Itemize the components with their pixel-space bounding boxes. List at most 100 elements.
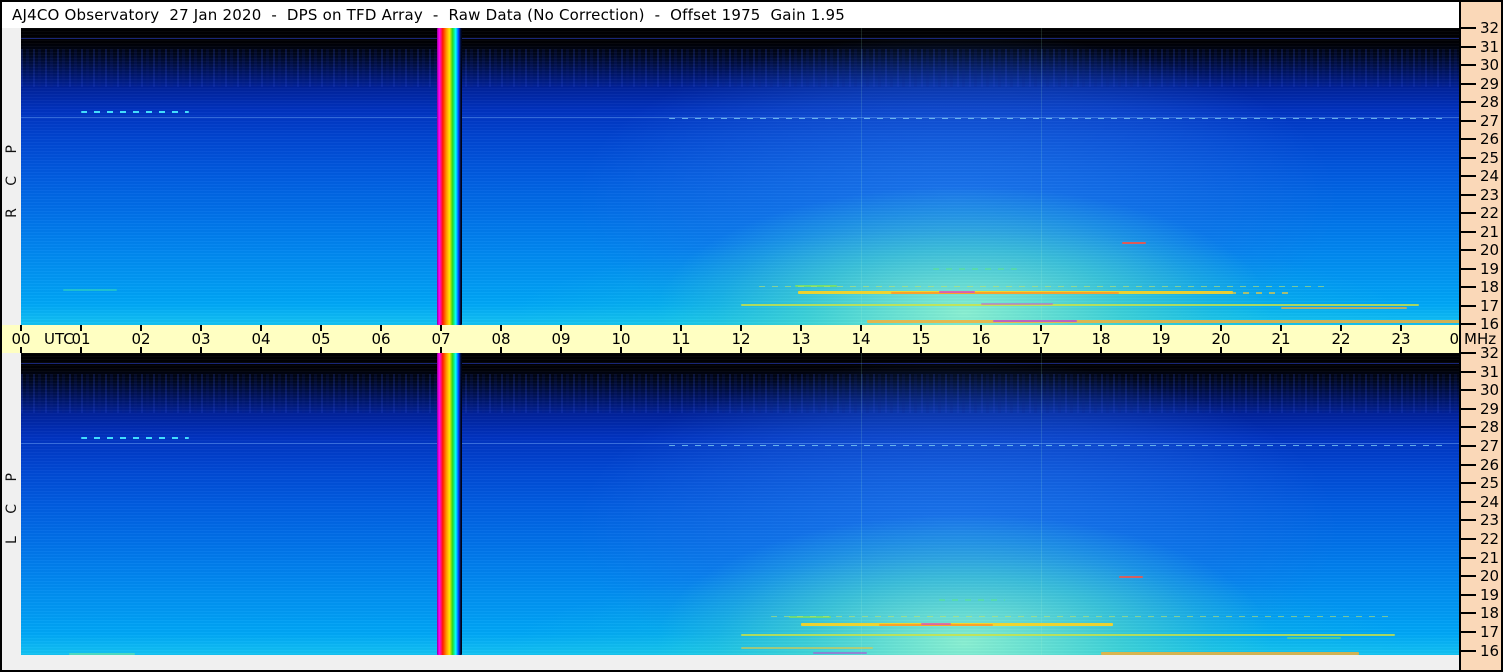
time-label: 19 (1151, 330, 1170, 348)
freq-label: 24 (1480, 492, 1499, 512)
freq-tick (1461, 445, 1476, 447)
emission-streak (993, 320, 1077, 322)
time-label: 16 (971, 330, 990, 348)
freq-tick (1461, 27, 1476, 29)
emission-dashes (81, 437, 189, 439)
freq-label: 23 (1480, 185, 1499, 205)
emission-dashes (81, 111, 189, 113)
time-label: 12 (731, 330, 750, 348)
freq-label: 22 (1480, 529, 1499, 549)
freq-tick (1461, 46, 1476, 48)
freq-tick (1461, 371, 1476, 373)
freq-tick (1461, 268, 1476, 270)
freq-tick (1461, 231, 1476, 233)
freq-tick (1461, 557, 1476, 559)
time-label: 11 (671, 330, 690, 348)
freq-label: 18 (1480, 603, 1499, 623)
time-label: 13 (791, 330, 810, 348)
freq-tick (1461, 323, 1476, 325)
freq-tick (1461, 352, 1476, 354)
vertical-artifact-line (861, 353, 862, 655)
emission-streak (1281, 307, 1407, 309)
freq-label: 25 (1480, 473, 1499, 493)
time-label: 21 (1271, 330, 1290, 348)
freq-label: 25 (1480, 148, 1499, 168)
rfi-line (21, 443, 1461, 444)
emission-streak (921, 623, 951, 625)
scanline-texture (21, 28, 1461, 325)
emission-streak (741, 647, 873, 649)
emission-streak (981, 303, 1053, 305)
time-label: 01 (71, 330, 90, 348)
time-label: 07 (431, 330, 450, 348)
time-label: 04 (251, 330, 270, 348)
freq-label: 21 (1480, 222, 1499, 242)
freq-label: 28 (1480, 92, 1499, 112)
time-label: 00 (11, 330, 30, 348)
noise-band (21, 49, 1461, 88)
freq-tick (1461, 594, 1476, 596)
emission-dashes (669, 118, 1449, 119)
rfi-line (21, 38, 1461, 39)
time-label: 02 (131, 330, 150, 348)
freq-tick (1461, 631, 1476, 633)
freq-label: 18 (1480, 277, 1499, 297)
emission-streak (69, 653, 135, 655)
freq-label: 28 (1480, 417, 1499, 437)
emission-streak (1122, 242, 1146, 244)
freq-tick (1461, 426, 1476, 428)
time-label: 18 (1091, 330, 1110, 348)
freq-tick (1461, 138, 1476, 140)
freq-tick (1461, 482, 1476, 484)
freq-tick (1461, 286, 1476, 288)
freq-label: 19 (1480, 585, 1499, 605)
freq-tick (1461, 64, 1476, 66)
page-title: AJ4CO Observatory 27 Jan 2020 - DPS on T… (2, 2, 1461, 28)
emission-streak (795, 285, 837, 287)
emission-streak (1119, 576, 1143, 578)
emission-streak (789, 616, 831, 618)
spectrogram-panel-lcp (21, 353, 1461, 655)
scanline-texture (21, 353, 1461, 655)
calibration-stripe (437, 28, 462, 325)
emission-streak (63, 289, 117, 291)
emission-dashes (933, 268, 1017, 270)
freq-label: 30 (1480, 55, 1499, 75)
vertical-artifact-line (861, 28, 862, 325)
rfi-line (21, 363, 1461, 364)
time-axis: UTC 000102030405060708091011121314151617… (2, 325, 1461, 353)
freq-label: 26 (1480, 129, 1499, 149)
rcp-panel-label: R C P (2, 28, 21, 325)
time-label: 14 (851, 330, 870, 348)
emission-streak (939, 291, 975, 293)
freq-label: 21 (1480, 548, 1499, 568)
freq-label: 16 (1480, 641, 1499, 661)
emission-streak (1101, 652, 1359, 655)
freq-label: 30 (1480, 380, 1499, 400)
freq-tick (1461, 612, 1476, 614)
freq-tick (1461, 650, 1476, 652)
emission-streak (813, 652, 867, 654)
emission-streak (798, 291, 1233, 294)
emission-dashes (669, 445, 1449, 446)
time-label: 20 (1211, 330, 1230, 348)
emission-streak (879, 624, 993, 626)
spectrogram-panel-rcp (21, 28, 1461, 325)
freq-label: 29 (1480, 74, 1499, 94)
emission-streak (801, 623, 1113, 626)
spectrogram-app-window: AJ4CO Observatory 27 Jan 2020 - DPS on T… (0, 0, 1503, 672)
freq-label: 27 (1480, 436, 1499, 456)
freq-label: 20 (1480, 566, 1499, 586)
freq-tick (1461, 305, 1476, 307)
freq-label: 17 (1480, 622, 1499, 642)
time-label: 22 (1331, 330, 1350, 348)
time-label: 03 (191, 330, 210, 348)
emission-dashes (759, 286, 1329, 287)
lcp-panel-label: L C P (2, 353, 21, 655)
time-label: 15 (911, 330, 930, 348)
freq-label: 22 (1480, 203, 1499, 223)
freq-label: 31 (1480, 362, 1499, 382)
time-label: 05 (311, 330, 330, 348)
noise-band (21, 374, 1461, 413)
emission-streak (891, 292, 1119, 294)
